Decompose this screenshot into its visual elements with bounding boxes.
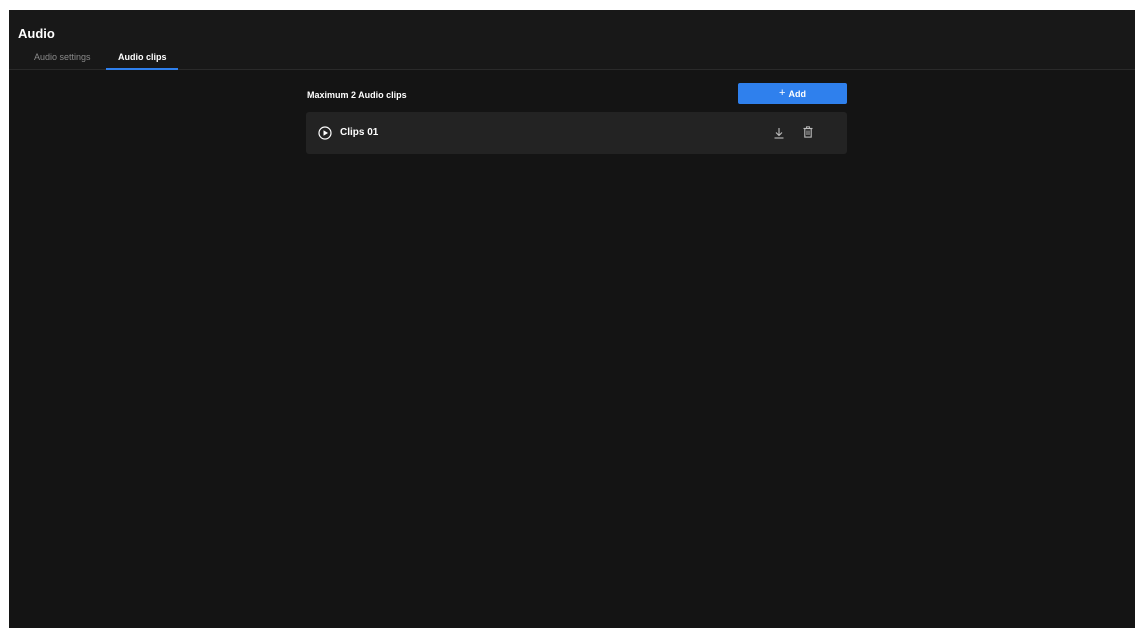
active-tab-indicator: [106, 68, 178, 70]
clip-limit-label: Maximum 2 Audio clips: [307, 90, 407, 100]
page-header: Audio Audio settings Audio clips: [9, 10, 1135, 70]
add-clip-button[interactable]: + Add: [738, 83, 847, 104]
clip-name: Clips 01: [340, 127, 379, 138]
plus-icon: +: [779, 87, 786, 99]
page-title: Audio: [18, 26, 55, 41]
download-icon[interactable]: [773, 127, 785, 139]
play-circle-icon[interactable]: [318, 126, 332, 140]
clip-row: Clips 01: [306, 112, 847, 154]
app-window: Audio Audio settings Audio clips Maximum…: [9, 10, 1135, 628]
tab-audio-clips[interactable]: Audio clips: [118, 52, 167, 62]
tab-audio-settings[interactable]: Audio settings: [34, 52, 91, 62]
trash-icon[interactable]: [802, 126, 814, 138]
add-button-label: Add: [788, 88, 806, 99]
